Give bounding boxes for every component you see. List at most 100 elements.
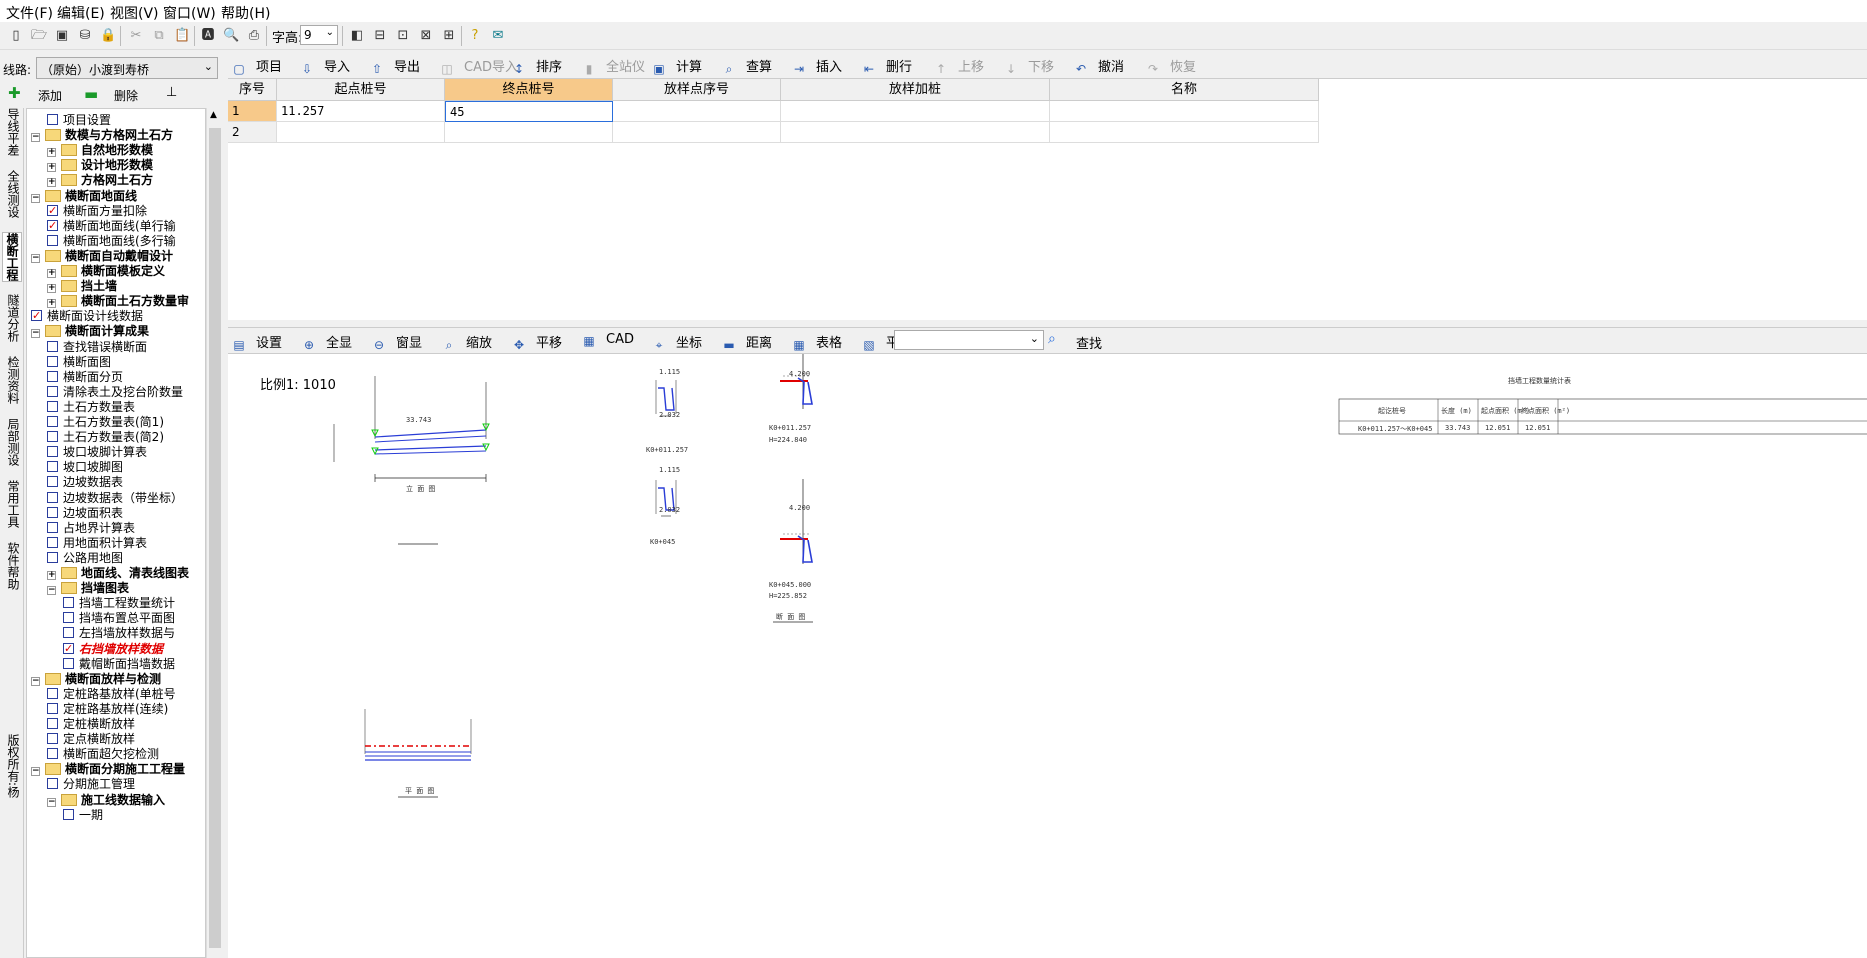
database-icon[interactable]: ⛁ bbox=[77, 28, 93, 44]
collapse-icon[interactable]: − bbox=[47, 586, 56, 596]
find-button[interactable]: 查找 bbox=[1076, 333, 1102, 352]
checkbox[interactable] bbox=[63, 640, 74, 658]
collapse-icon[interactable]: − bbox=[31, 193, 40, 203]
collapse-icon[interactable]: − bbox=[31, 676, 40, 686]
table-cell[interactable] bbox=[781, 101, 1050, 122]
scroll-up-icon[interactable]: ▲ bbox=[210, 110, 217, 120]
menu-view[interactable]: 视图(V) bbox=[110, 3, 159, 23]
checkbox[interactable] bbox=[47, 385, 58, 397]
add-button[interactable]: 添加 bbox=[38, 87, 62, 104]
cut-icon[interactable]: ✂ bbox=[128, 28, 144, 44]
rail-tab[interactable]: 隧道分析 bbox=[2, 294, 22, 342]
layout-left-icon[interactable]: ◧ bbox=[349, 28, 365, 44]
new-file-icon[interactable]: ▯ bbox=[8, 28, 24, 44]
calculate-button[interactable]: ▣ 计算 bbox=[652, 56, 702, 76]
remove-icon[interactable]: ▬ bbox=[84, 85, 98, 103]
row-number[interactable]: 2 bbox=[228, 122, 277, 143]
checkbox[interactable] bbox=[47, 521, 58, 533]
help-icon[interactable]: ? bbox=[467, 28, 483, 44]
checkbox[interactable] bbox=[47, 476, 58, 488]
layout-full-icon[interactable]: ⊞ bbox=[441, 28, 457, 44]
table-cell[interactable]: 11.257 bbox=[277, 101, 445, 122]
checkbox[interactable] bbox=[47, 446, 58, 458]
collapse-icon[interactable]: − bbox=[31, 767, 40, 777]
layout-split-icon[interactable]: ⊟ bbox=[372, 28, 388, 44]
checkbox[interactable] bbox=[47, 355, 58, 367]
add-icon[interactable]: ✚ bbox=[8, 84, 21, 102]
column-header[interactable]: 起点桩号 bbox=[277, 79, 445, 101]
lock-icon[interactable]: 🔒 bbox=[100, 28, 116, 44]
rail-tab[interactable]: 导线平差 bbox=[2, 108, 22, 156]
checkbox[interactable] bbox=[47, 687, 58, 699]
mail-icon[interactable]: ✉ bbox=[490, 28, 506, 44]
table-cell[interactable] bbox=[445, 122, 613, 143]
collapse-icon[interactable]: − bbox=[31, 253, 40, 263]
rail-tab[interactable]: 局部测设 bbox=[2, 418, 22, 466]
search-icon[interactable]: ⌕ bbox=[1048, 331, 1056, 347]
find-calc-button[interactable]: ⌕ 查算 bbox=[722, 56, 772, 76]
cad-import-button[interactable]: ◫ CAD导入 bbox=[440, 56, 518, 76]
checkbox[interactable] bbox=[47, 416, 58, 427]
layout-restore-icon[interactable]: ⊡ bbox=[395, 28, 411, 44]
zoom-all-button[interactable]: ⊕ 全显 bbox=[302, 332, 352, 352]
zoom-button[interactable]: ⌕ 缩放 bbox=[442, 332, 492, 352]
menu-edit[interactable]: 编辑(E) bbox=[57, 3, 105, 23]
rail-tab[interactable]: 软件帮助 bbox=[2, 542, 22, 590]
sort-button[interactable]: ↕ 排序 bbox=[512, 56, 562, 76]
checkbox[interactable] bbox=[47, 748, 58, 760]
pan-button[interactable]: ✥ 平移 bbox=[512, 332, 562, 352]
collapse-icon[interactable]: − bbox=[31, 329, 40, 339]
table-cell[interactable] bbox=[277, 122, 445, 143]
checkbox[interactable] bbox=[31, 307, 42, 325]
checkbox[interactable] bbox=[47, 461, 58, 473]
open-folder-icon[interactable]: 🗁 bbox=[31, 28, 47, 44]
rail-tab[interactable]: 全线测设 bbox=[2, 170, 22, 218]
checkbox[interactable] bbox=[47, 702, 58, 714]
delete-row-button[interactable]: ⇤ 删行 bbox=[862, 56, 912, 76]
tree-scrollbar[interactable]: ▲ bbox=[206, 108, 222, 958]
table-cell[interactable] bbox=[613, 122, 781, 143]
column-header[interactable]: 终点桩号 bbox=[445, 79, 613, 101]
checkbox[interactable] bbox=[47, 431, 58, 443]
column-header[interactable]: 名称 bbox=[1050, 79, 1319, 101]
delete-button[interactable]: 删除 bbox=[114, 87, 138, 104]
row-number[interactable]: 1 bbox=[228, 101, 277, 122]
rail-tab[interactable]: 横断工程 bbox=[2, 232, 22, 282]
checkbox[interactable] bbox=[63, 597, 74, 609]
settings-button[interactable]: ▤ 设置 bbox=[232, 332, 282, 352]
table-cell[interactable] bbox=[613, 101, 781, 122]
table-cell[interactable]: 45 bbox=[445, 101, 613, 122]
copy-icon[interactable]: ⧉ bbox=[151, 28, 167, 44]
checkbox[interactable] bbox=[47, 114, 58, 125]
checkbox[interactable] bbox=[47, 340, 58, 352]
checkbox[interactable] bbox=[47, 733, 58, 745]
checkbox[interactable] bbox=[63, 657, 74, 669]
table-cell[interactable] bbox=[781, 122, 1050, 143]
column-header[interactable]: 序号 bbox=[228, 79, 277, 101]
table-cell[interactable] bbox=[1050, 122, 1319, 143]
collapse-icon[interactable]: − bbox=[47, 797, 56, 807]
text-icon[interactable]: 🅰 bbox=[200, 28, 216, 44]
total-station-button[interactable]: ▮ 全站仪 bbox=[582, 56, 645, 76]
undo-button[interactable]: ↶ 撤消 bbox=[1074, 56, 1124, 76]
tree-item[interactable]: 一期 bbox=[63, 806, 103, 824]
font-height-select[interactable]: 9 ⌄ bbox=[300, 25, 338, 45]
zoom-window-button[interactable]: ⊖ 窗显 bbox=[372, 332, 422, 352]
redo-button[interactable]: ↷ 恢复 bbox=[1146, 56, 1196, 76]
checkbox[interactable] bbox=[47, 234, 58, 246]
checkbox[interactable] bbox=[47, 202, 58, 220]
coordinate-button[interactable]: ⌖ 坐标 bbox=[652, 332, 702, 352]
print-preview-icon[interactable]: 🔍 bbox=[223, 28, 239, 44]
checkbox[interactable] bbox=[47, 551, 58, 563]
checkbox[interactable] bbox=[47, 370, 58, 382]
checkbox[interactable] bbox=[47, 536, 58, 548]
checkbox[interactable] bbox=[47, 400, 58, 412]
find-select[interactable]: ⌄ bbox=[894, 330, 1044, 350]
pin-icon[interactable]: ⊥ bbox=[166, 85, 177, 100]
rail-tab[interactable]: 检测资料 bbox=[2, 356, 22, 404]
collapse-icon[interactable]: − bbox=[31, 133, 40, 143]
distance-button[interactable]: ▬ 距离 bbox=[722, 332, 772, 352]
insert-button[interactable]: ⇥ 插入 bbox=[792, 56, 842, 76]
table-button[interactable]: ▦ 表格 bbox=[792, 332, 842, 352]
menu-help[interactable]: 帮助(H) bbox=[221, 3, 270, 23]
